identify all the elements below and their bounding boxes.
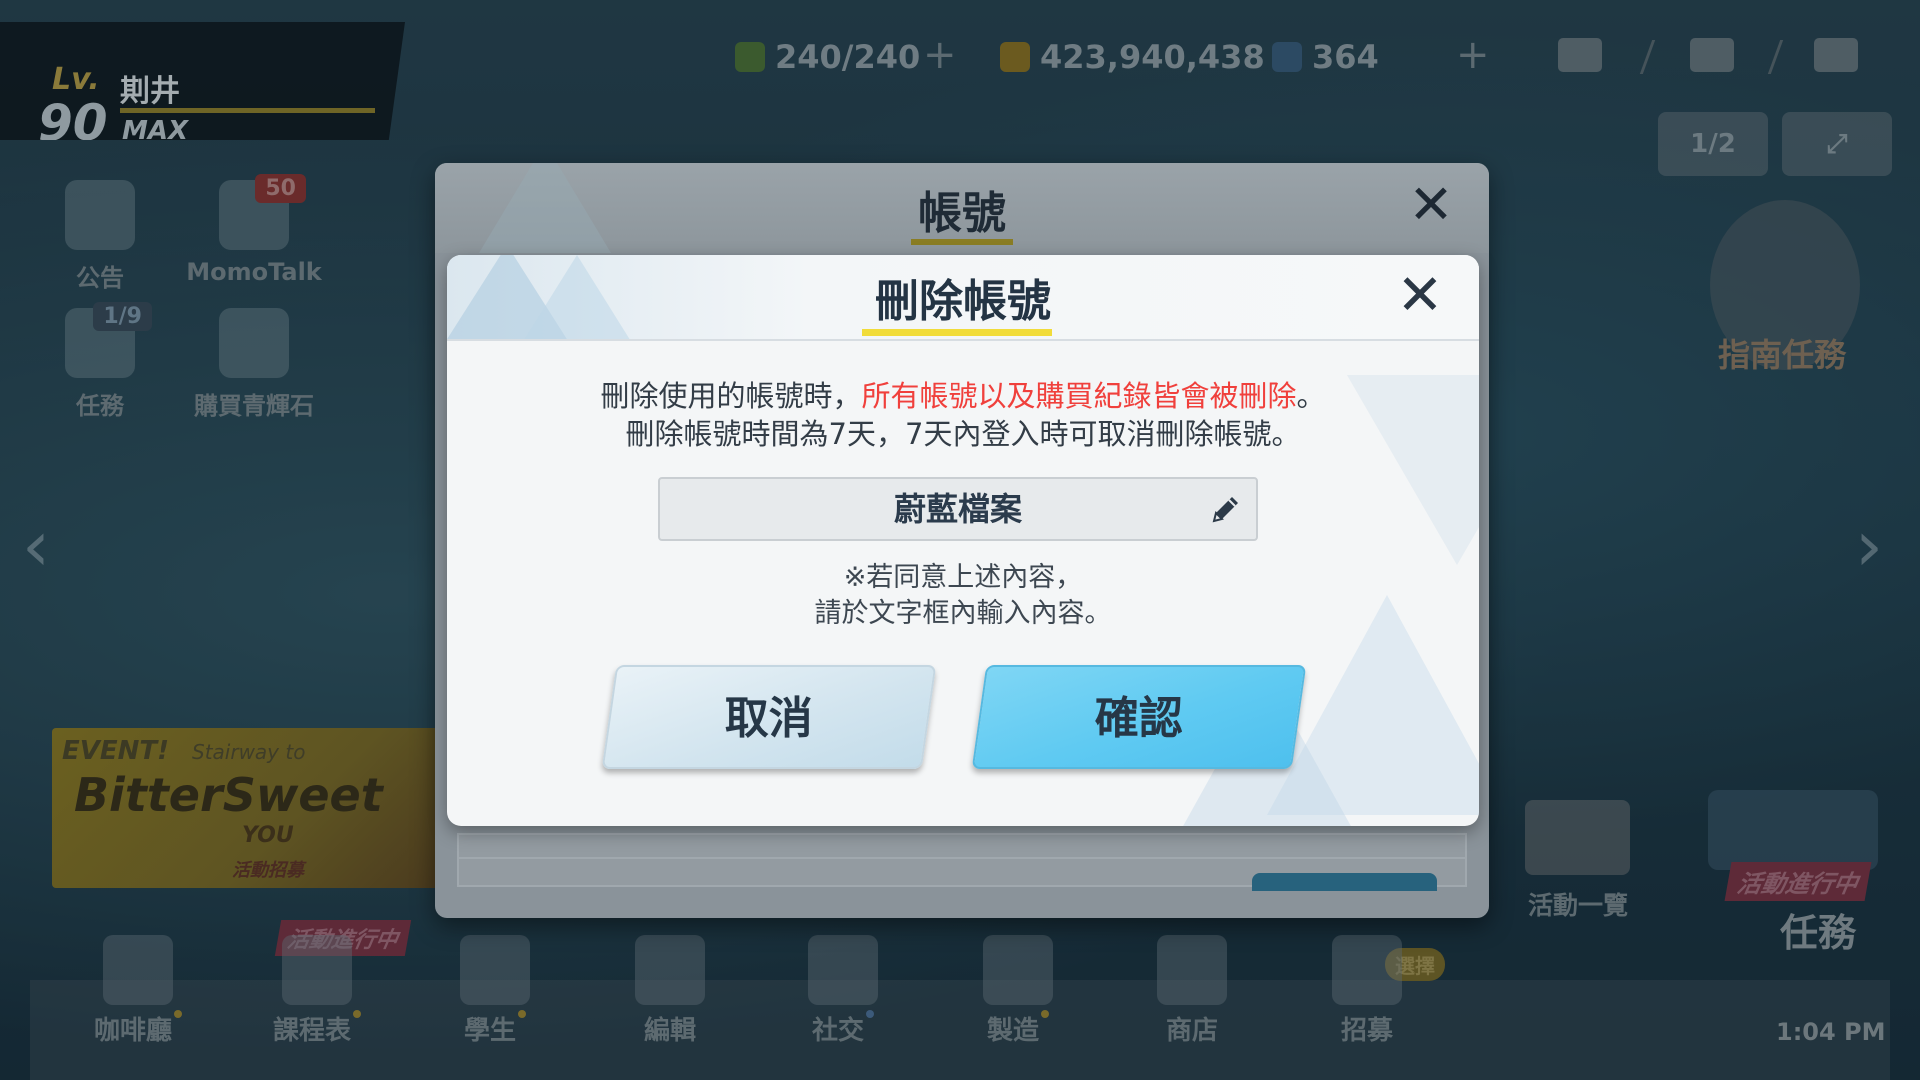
shopping-bag-icon	[219, 308, 289, 378]
profile-icon[interactable]	[1558, 38, 1602, 72]
account-dialog-title: 帳號	[918, 188, 1006, 239]
nav-item-schedule[interactable]: 課程表	[247, 1010, 387, 1047]
crafting-icon	[983, 935, 1053, 1005]
cancel-button-label: 取消	[724, 693, 813, 744]
add-gems-button[interactable]: +	[1456, 32, 1490, 78]
deletion-period-text: 刪除帳號時間為7天，7天內登入時可取消刪除帳號。	[625, 417, 1301, 451]
credits-counter: 423,940,438	[1000, 38, 1265, 76]
megaphone-icon	[65, 180, 135, 250]
event-label: EVENT!	[62, 736, 169, 766]
social-icon	[808, 935, 878, 1005]
sidebar-item-momotalk[interactable]: MomoTalk 50	[184, 174, 324, 286]
calendar-icon[interactable]	[1525, 800, 1630, 875]
gem-icon	[1272, 42, 1302, 72]
add-ap-button[interactable]: +	[923, 32, 957, 78]
warning-prefix: 刪除使用的帳號時，	[600, 379, 862, 413]
nav-item-cafe[interactable]: 咖啡廳	[68, 1010, 208, 1047]
account-action-button[interactable]	[1252, 873, 1437, 891]
formation-icon	[635, 935, 705, 1005]
recruit-icon	[1332, 935, 1402, 1005]
agreement-note-line1: ※若同意上述內容，	[843, 562, 1083, 593]
warning-text: 刪除使用的帳號時，所有帳號以及購買紀錄皆會被刪除。	[447, 373, 1479, 415]
confirm-button-label: 確認	[1094, 693, 1183, 744]
account-dialog-header: 帳號 ✕	[435, 163, 1489, 253]
mail-icon[interactable]	[1690, 38, 1734, 72]
sidebar-item-notice[interactable]: 公告	[30, 180, 170, 293]
event-list-label[interactable]: 活動一覽	[1528, 886, 1628, 922]
nav-item-recruit[interactable]: 招募	[1297, 1010, 1437, 1047]
nav-item-formation[interactable]: 編輯	[600, 1010, 740, 1047]
mission-active-tag: 活動進行中	[1724, 862, 1872, 901]
sidebar-item-tasks[interactable]: 任務 1/9	[30, 302, 170, 421]
title-underline	[862, 329, 1052, 336]
shop-icon	[1157, 935, 1227, 1005]
task-progress-badge: 1/9	[93, 302, 152, 331]
confirmation-input[interactable]: 蔚藍檔案	[658, 477, 1258, 541]
title-underline	[911, 239, 1013, 245]
unread-badge: 50	[255, 174, 306, 203]
pencil-icon[interactable]	[1208, 491, 1244, 527]
cafe-icon	[103, 935, 173, 1005]
nav-item-crafting[interactable]: 製造	[948, 1010, 1088, 1047]
students-icon	[460, 935, 530, 1005]
close-icon[interactable]: ✕	[1403, 178, 1459, 235]
mission-button-label[interactable]: 任務	[1780, 902, 1856, 957]
energy-icon	[735, 42, 765, 72]
nav-item-social[interactable]: 社交	[773, 1010, 913, 1047]
warning-highlight: 所有帳號以及購買紀錄皆會被刪除	[861, 379, 1297, 413]
event-you: YOU	[242, 823, 294, 848]
sidebar-item-buy-gems[interactable]: 購買青輝石	[184, 308, 324, 421]
player-level-panel: Lv. 90 剘井 MAX	[0, 22, 405, 140]
event-tag: 活動招募	[232, 860, 304, 881]
guide-mission-label[interactable]: 指南任務	[1718, 330, 1846, 376]
player-name: 剘井	[120, 74, 180, 109]
menu-grid-icon[interactable]	[1814, 38, 1858, 72]
clock: 1:04 PM	[1776, 1018, 1886, 1046]
gems-counter: 364	[1272, 38, 1379, 76]
level-label: Lv.	[52, 62, 100, 97]
confirmation-input-value: 蔚藍檔案	[893, 490, 1022, 528]
event-name: BitterSweet	[74, 768, 383, 822]
event-banner[interactable]: EVENT! Stairway to BitterSweet YOU 活動招募	[52, 728, 442, 888]
schedule-icon	[282, 935, 352, 1005]
credit-icon	[1000, 42, 1030, 72]
delete-account-dialog: 刪除帳號 ✕ 刪除使用的帳號時，所有帳號以及購買紀錄皆會被刪除。 刪除帳號時間為…	[447, 255, 1479, 826]
close-icon[interactable]: ✕	[1391, 268, 1449, 327]
fullscreen-icon[interactable]: ⤢	[1782, 112, 1892, 176]
nav-item-students[interactable]: 學生	[425, 1010, 565, 1047]
event-subtitle: Stairway to	[192, 740, 306, 764]
confirm-button[interactable]: 確認	[971, 665, 1307, 769]
delete-dialog-title: 刪除帳號	[875, 276, 1051, 327]
left-arrow-icon[interactable]: ‹	[22, 505, 50, 587]
folder-icon[interactable]	[1708, 790, 1878, 870]
page-toggle-button[interactable]: 1/2	[1658, 112, 1768, 176]
ap-counter: 240/240	[735, 38, 920, 76]
exp-bar	[120, 108, 375, 113]
cancel-button[interactable]: 取消	[601, 665, 937, 769]
agreement-note-line2: 請於文字框內輸入內容。	[814, 598, 1112, 629]
right-arrow-icon[interactable]: ›	[1855, 505, 1883, 587]
nav-item-shop[interactable]: 商店	[1122, 1010, 1262, 1047]
delete-dialog-header: 刪除帳號 ✕	[447, 255, 1479, 341]
warning-suffix: 。	[1296, 379, 1326, 413]
